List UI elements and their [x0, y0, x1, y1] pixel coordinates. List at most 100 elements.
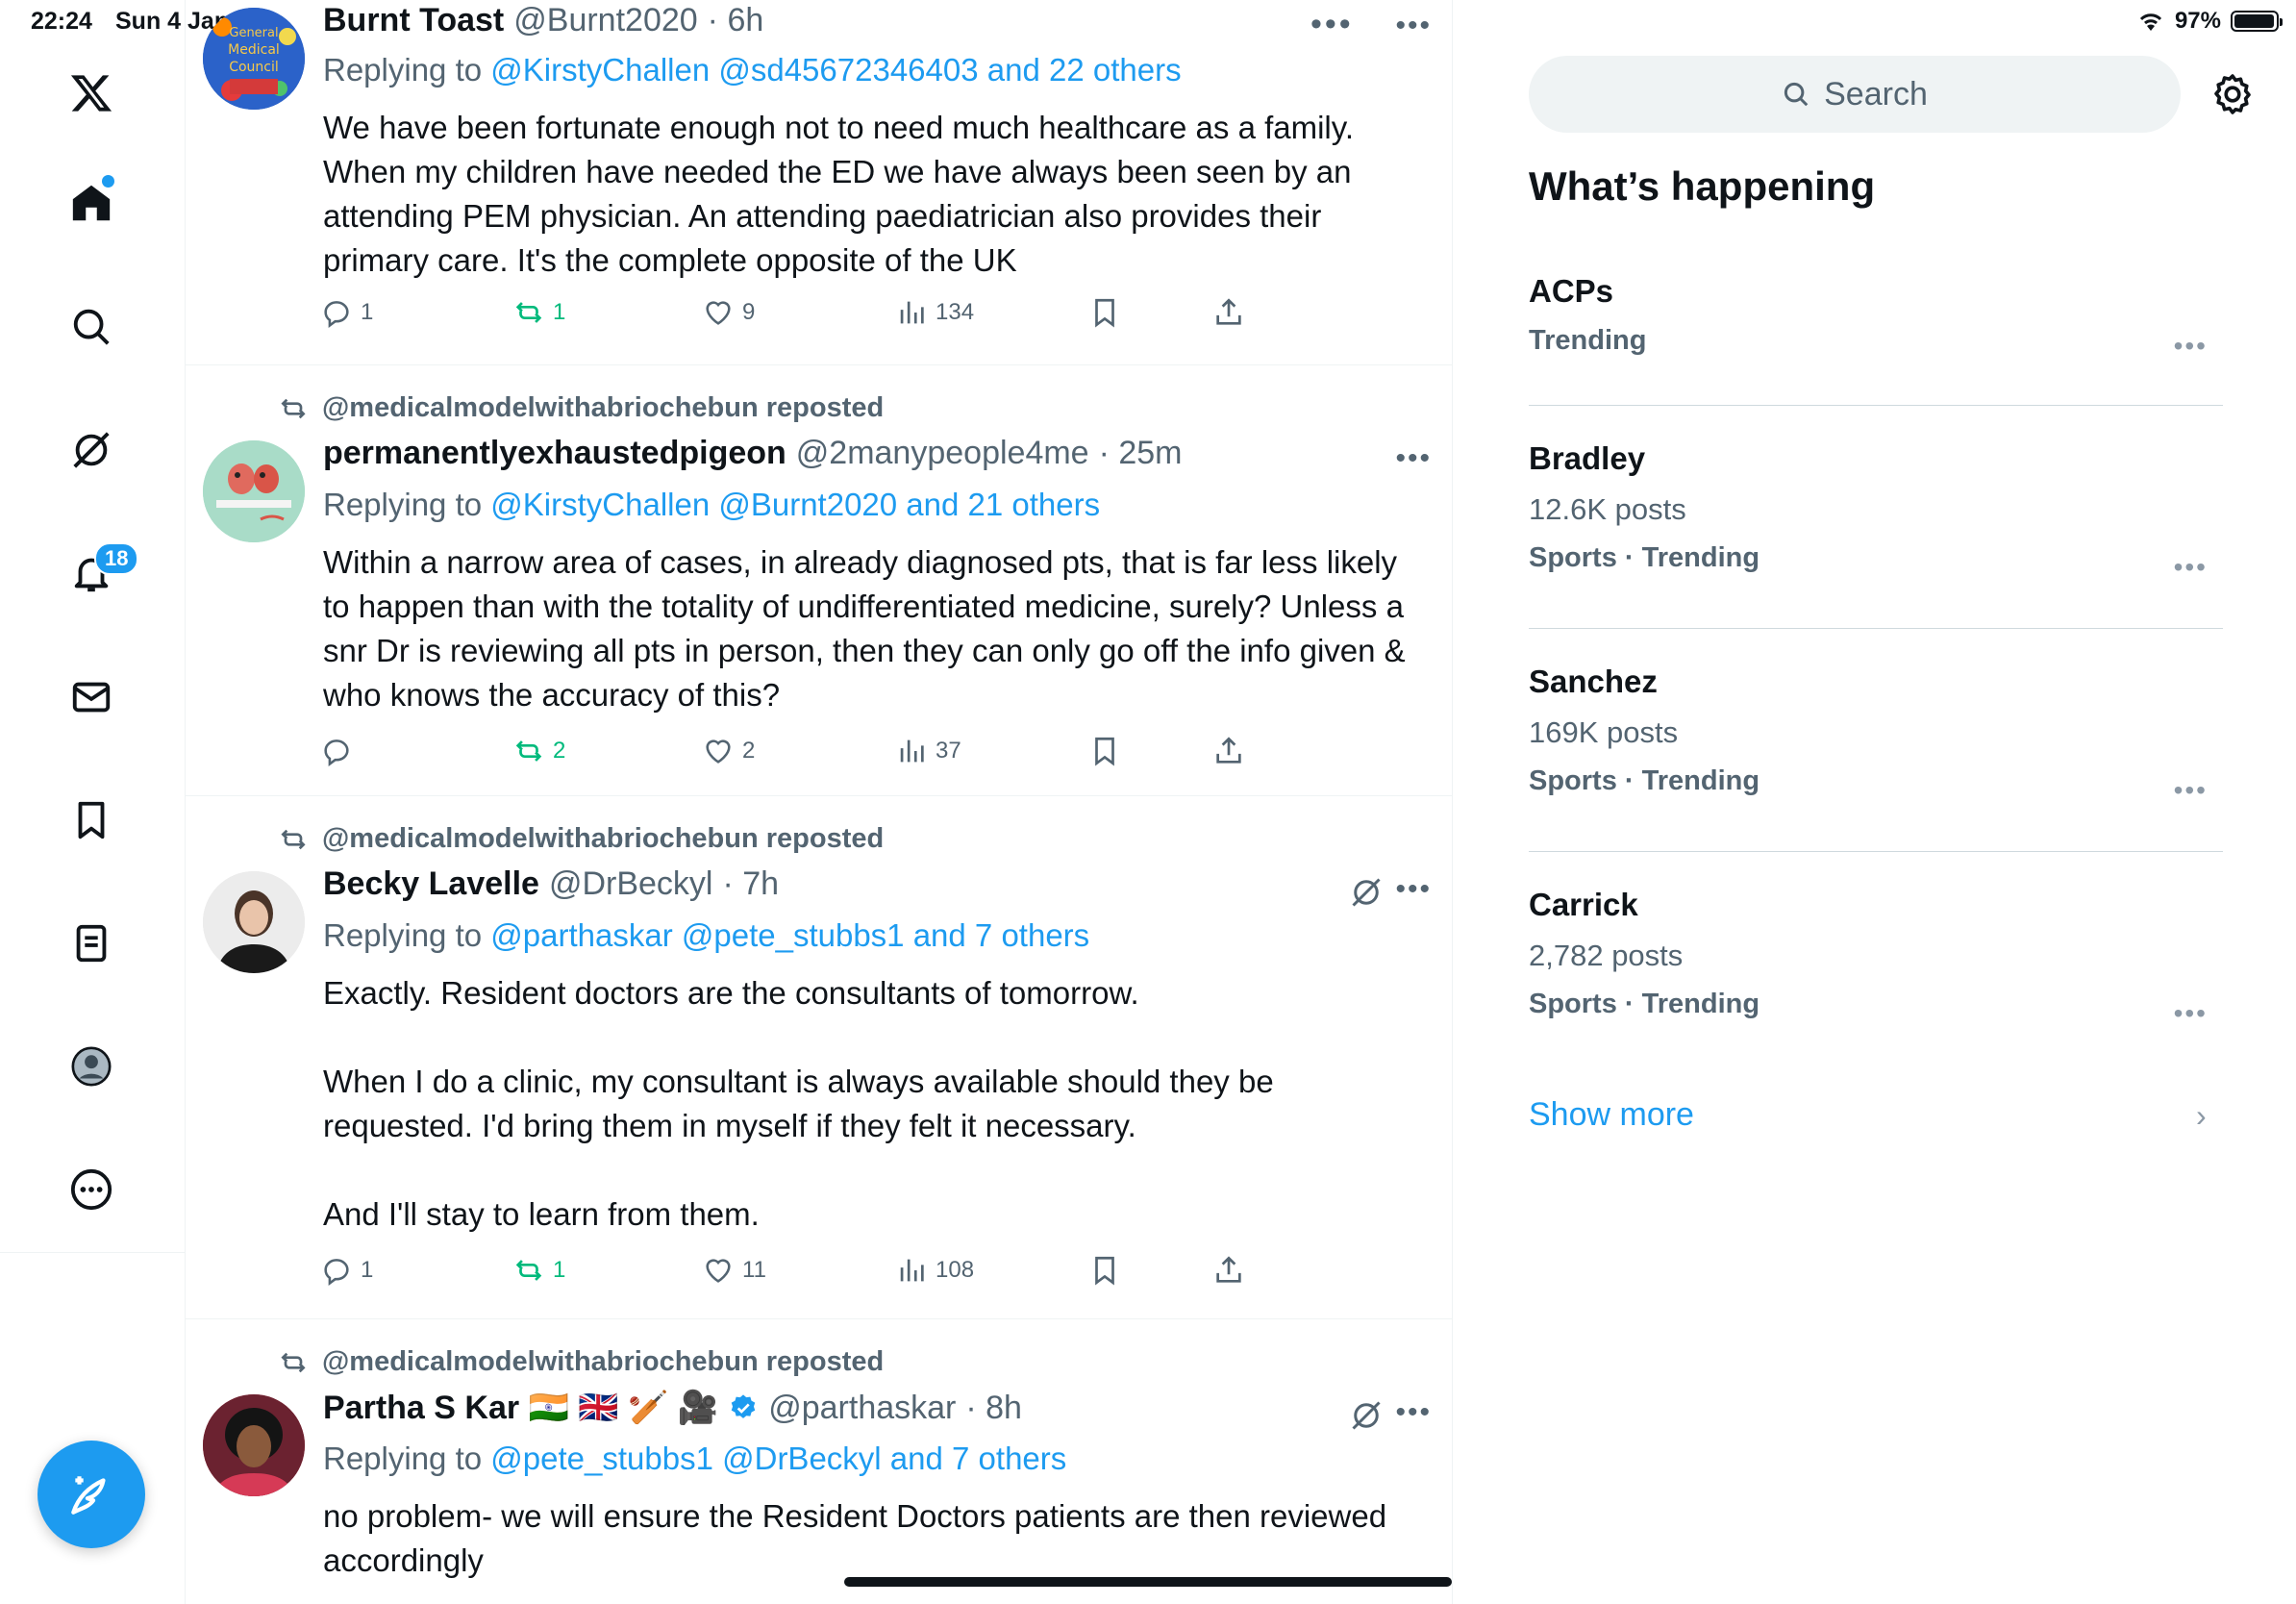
reply-button[interactable]: 1: [320, 1254, 373, 1287]
timeline-feed[interactable]: ••• General Medical Council Burnt Toast …: [186, 0, 1453, 1604]
author-name[interactable]: Burnt Toast: [323, 2, 504, 39]
show-more-link[interactable]: Show more: [1529, 1096, 1694, 1134]
tweet-actions: 1 1 9 134: [320, 296, 1282, 335]
bookmark-icon: [1095, 298, 1114, 328]
author-handle[interactable]: @2manypeople4me: [796, 435, 1089, 472]
author-handle[interactable]: @DrBeckyl: [549, 865, 713, 903]
repost-attribution[interactable]: @medicalmodelwithabriochebun reposted: [278, 1346, 884, 1378]
trend-item[interactable]: Sanchez 169K posts Sports · Trending •••: [1529, 664, 2223, 805]
x-logo-icon[interactable]: [63, 65, 119, 121]
like-button[interactable]: 9: [702, 296, 755, 329]
settings-gear-icon[interactable]: [2209, 71, 2256, 117]
lists-icon[interactable]: [63, 915, 119, 971]
bookmark-button[interactable]: [1088, 296, 1121, 329]
repost-small-icon: [281, 829, 306, 849]
status-right: 97%: [2136, 8, 2283, 35]
grok-icon[interactable]: [1349, 1398, 1384, 1433]
avatar[interactable]: General Medical Council: [203, 8, 305, 110]
author-handle[interactable]: @Burnt2020: [513, 2, 697, 39]
post-time[interactable]: · 8h: [965, 1390, 1022, 1427]
repost-button[interactable]: 2: [512, 735, 565, 767]
author-name[interactable]: Partha S Kar 🇮🇳 🇬🇧 🏏 🎥: [323, 1389, 718, 1427]
trend-item[interactable]: ACPs Trending •••: [1529, 273, 2223, 361]
author-name[interactable]: permanentlyexhaustedpigeon: [323, 435, 786, 472]
wifi-icon: [2139, 13, 2162, 31]
replying-to-links[interactable]: @KirstyChallen @Burnt2020 and 21 others: [490, 487, 1100, 522]
trend-posts: 2,782 posts: [1529, 939, 1684, 972]
replying-to-links[interactable]: @parthaskar @pete_stubbs1 and 7 others: [490, 917, 1089, 953]
trend-item[interactable]: Bradley 12.6K posts Sports · Trending ••…: [1529, 440, 2223, 582]
trend-more-icon[interactable]: •••: [2174, 998, 2208, 1029]
bookmark-icon: [1095, 737, 1114, 766]
views-count: 108: [936, 1257, 975, 1283]
avatar[interactable]: [203, 440, 305, 542]
tweet-more-icon[interactable]: •••: [1395, 873, 1432, 906]
profile-avatar-icon[interactable]: [63, 1039, 119, 1094]
bookmarks-icon[interactable]: [63, 792, 119, 848]
trend-more-icon[interactable]: •••: [2174, 331, 2208, 362]
replying-to-links[interactable]: @pete_stubbs1 @DrBeckyl and 7 others: [490, 1441, 1066, 1476]
repost-icon: [515, 1260, 542, 1281]
tweet[interactable]: @medicalmodelwithabriochebun reposted Pa…: [186, 1319, 1452, 1604]
search-input[interactable]: Search: [1529, 56, 2181, 133]
reply-button[interactable]: [320, 735, 361, 767]
grok-icon[interactable]: [1349, 875, 1384, 910]
heart-icon: [706, 1259, 731, 1283]
home-indicator[interactable]: [844, 1577, 1452, 1587]
reply-count: 1: [361, 299, 374, 325]
replying-to-label: Replying to: [323, 917, 483, 953]
search-icon: [1784, 82, 1809, 107]
repost-icon: [515, 302, 542, 323]
repost-attribution[interactable]: @medicalmodelwithabriochebun reposted: [278, 823, 884, 855]
views-button[interactable]: 37: [895, 735, 961, 767]
tweet-header: Burnt Toast @Burnt2020 · 6h: [323, 2, 763, 39]
tweet-more-icon[interactable]: •••: [1395, 10, 1432, 42]
share-button[interactable]: [1212, 1254, 1245, 1287]
repost-attribution-text: @medicalmodelwithabriochebun reposted: [322, 392, 885, 423]
reply-button[interactable]: 1: [320, 296, 373, 329]
repost-button[interactable]: 1: [512, 1254, 565, 1287]
like-button[interactable]: 2: [702, 735, 755, 767]
tweet[interactable]: @medicalmodelwithabriochebun reposted pe…: [186, 365, 1452, 796]
repost-attribution[interactable]: @medicalmodelwithabriochebun reposted: [278, 392, 884, 424]
tweet[interactable]: @medicalmodelwithabriochebun reposted Be…: [186, 796, 1452, 1319]
trend-item[interactable]: Carrick 2,782 posts Sports · Trending ••…: [1529, 887, 2223, 1028]
replying-to-links[interactable]: @KirstyChallen @sd45672346403 and 22 oth…: [490, 52, 1181, 88]
author-handle[interactable]: @parthaskar: [768, 1390, 956, 1427]
trend-name: ACPs: [1529, 273, 1614, 309]
messages-envelope-icon[interactable]: [63, 669, 119, 725]
share-button[interactable]: [1212, 296, 1245, 329]
bookmark-button[interactable]: [1088, 1254, 1121, 1287]
trend-more-icon[interactable]: •••: [2174, 775, 2208, 806]
tweet[interactable]: General Medical Council Burnt Toast @Bur…: [186, 0, 1452, 365]
views-count: 134: [936, 299, 975, 325]
repost-attribution-text: @medicalmodelwithabriochebun reposted: [322, 1346, 885, 1377]
trend-more-icon[interactable]: •••: [2174, 552, 2208, 583]
compose-post-button[interactable]: [37, 1441, 145, 1548]
left-nav: 18: [0, 0, 186, 1604]
tweet-actions: 1 1 11 108: [320, 1254, 1282, 1292]
search-icon[interactable]: [63, 299, 119, 355]
tweet-more-icon[interactable]: •••: [1395, 1396, 1432, 1429]
like-button[interactable]: 11: [702, 1254, 766, 1287]
bookmark-button[interactable]: [1088, 735, 1121, 767]
trend-divider: [1529, 405, 2223, 406]
tweet-more-icon[interactable]: •••: [1395, 442, 1432, 475]
post-time[interactable]: · 25m: [1099, 435, 1183, 472]
share-icon: [1216, 298, 1241, 325]
views-button[interactable]: 108: [895, 1254, 974, 1287]
more-options-icon[interactable]: [63, 1162, 119, 1217]
avatar[interactable]: [203, 871, 305, 973]
repost-button[interactable]: 1: [512, 296, 565, 329]
tweet-text: We have been fortunate enough not to nee…: [323, 110, 1363, 278]
avatar[interactable]: [203, 1394, 305, 1496]
post-time[interactable]: · 7h: [722, 865, 779, 903]
share-button[interactable]: [1212, 735, 1245, 767]
share-icon: [1216, 737, 1241, 764]
chevron-right-icon[interactable]: ›: [2196, 1098, 2207, 1134]
post-time[interactable]: · 6h: [708, 2, 764, 39]
grok-icon[interactable]: [63, 422, 119, 478]
repost-small-icon: [281, 1352, 306, 1372]
views-button[interactable]: 134: [895, 296, 974, 329]
author-name[interactable]: Becky Lavelle: [323, 865, 539, 903]
